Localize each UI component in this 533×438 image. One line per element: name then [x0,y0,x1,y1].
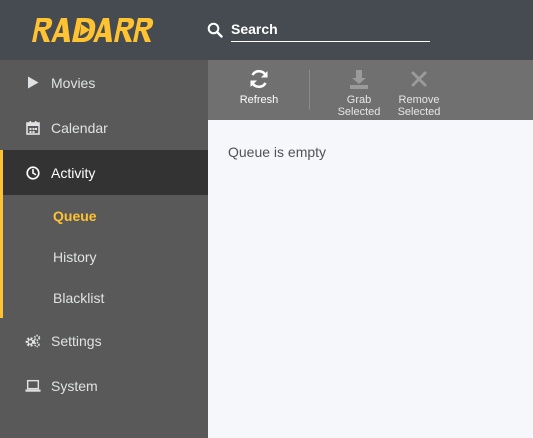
calendar-icon [25,120,41,136]
sidebar: Movies Calendar Activity Queue History B… [0,60,208,438]
empty-queue-message: Queue is empty [228,144,327,160]
sidebar-item-settings[interactable]: Settings [0,318,208,363]
page-toolbar: Refresh Grab Selected Remove Selected [208,60,533,120]
sidebar-subitem-label: History [53,248,97,265]
sidebar-subitem-blacklist[interactable]: Blacklist [53,277,203,318]
play-icon [25,75,41,91]
sidebar-item-label: System [51,377,98,394]
laptop-icon [25,378,41,394]
remove-label-line2: Selected [397,106,441,118]
sidebar-subitem-queue[interactable]: Queue [53,195,203,236]
search-input[interactable] [231,17,430,42]
refresh-button[interactable]: Refresh [238,60,280,120]
grab-label-line2: Selected [337,106,381,118]
sidebar-subitem-history[interactable]: History [53,236,203,277]
gears-icon [25,333,41,349]
sidebar-item-system[interactable]: System [0,363,208,408]
sidebar-item-calendar[interactable]: Calendar [0,105,208,150]
grab-label-line1: Grab [346,94,372,106]
search-icon [207,22,223,38]
close-icon [411,71,427,87]
sidebar-item-activity[interactable]: Activity [0,150,208,195]
page-content: Queue is empty [208,120,533,438]
activity-submenu: Queue History Blacklist [0,195,208,318]
sidebar-subitem-label: Blacklist [53,289,105,306]
remove-label-line1: Remove [398,94,440,106]
sidebar-item-movies[interactable]: Movies [0,60,208,105]
sidebar-item-label: Activity [51,164,96,181]
remove-selected-button[interactable]: Remove Selected [394,60,444,120]
refresh-icon [250,69,268,89]
page-header [0,0,533,60]
clock-icon [25,165,41,181]
sidebar-item-label: Movies [51,74,96,91]
refresh-label: Refresh [239,94,279,106]
radarr-logo[interactable] [30,14,155,46]
radarr-app: Movies Calendar [0,0,533,438]
grab-selected-button[interactable]: Grab Selected [333,60,385,120]
toolbar-divider [309,70,310,110]
sidebar-item-label: Calendar [51,119,108,136]
download-icon [350,70,368,89]
sidebar-item-label: Settings [51,332,102,349]
sidebar-subitem-label: Queue [53,207,97,224]
